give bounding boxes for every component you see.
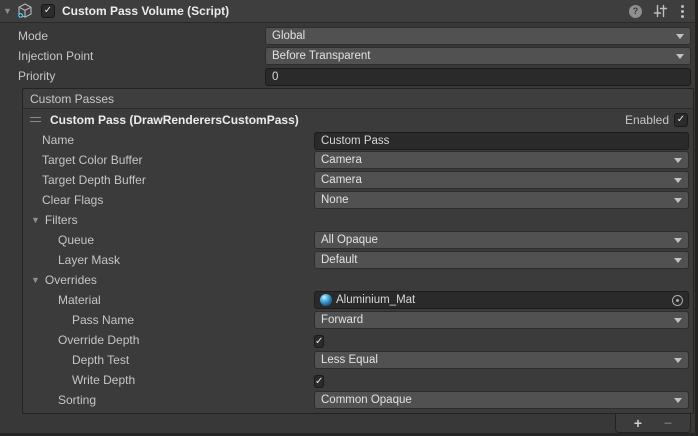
queue-row: Queue All Opaque [23,230,693,250]
filters-foldout-row[interactable]: ▼ Filters [23,210,693,230]
pass-enabled-wrap: Enabled ✓ [625,113,693,127]
pass-name-dropdown[interactable]: Forward [314,311,689,329]
dropdown-arrow-icon [676,34,684,39]
injection-point-value: Before Transparent [272,50,370,62]
material-row: Material Aluminium_Mat [23,290,693,310]
layer-mask-dropdown[interactable]: Default [314,251,689,269]
remove-pass-button[interactable]: − [664,416,672,430]
overrides-foldout-row[interactable]: ▼ Overrides [23,270,693,290]
pass-item-header[interactable]: Custom Pass (DrawRenderersCustomPass) En… [23,109,693,130]
sorting-row: Sorting Common Opaque [23,390,693,410]
clear-flags-row: Clear Flags None [23,190,693,210]
override-depth-row: Override Depth ✓ [23,330,693,350]
dropdown-arrow-icon [676,54,684,59]
sorting-dropdown[interactable]: Common Opaque [314,391,689,409]
target-depth-buffer-dropdown[interactable]: Camera [314,171,689,189]
component-header[interactable]: ▼ ✓ Custom Pass Volume (Script) ? [0,0,695,23]
layer-mask-row: Layer Mask Default [23,250,693,270]
script-cube-icon [16,2,34,20]
dropdown-arrow-icon [674,198,682,203]
pass-name-label: Pass Name [23,313,314,327]
dropdown-arrow-icon [674,358,682,363]
volume-properties: Mode Global Injection Point Before Trans… [0,23,695,86]
filters-foldout-icon[interactable]: ▼ [31,215,40,225]
component-title: Custom Pass Volume (Script) [62,4,229,18]
depth-test-label: Depth Test [23,353,314,367]
target-color-buffer-label: Target Color Buffer [23,153,314,167]
dropdown-arrow-icon [674,238,682,243]
clear-flags-dropdown[interactable]: None [314,191,689,209]
priority-label: Priority [0,69,265,83]
priority-input[interactable] [265,68,691,86]
pass-enabled-checkbox[interactable]: ✓ [674,113,688,127]
target-color-buffer-value: Camera [321,154,362,166]
depth-test-value: Less Equal [321,354,378,366]
pass-title: Custom Pass (DrawRenderersCustomPass) [50,113,299,127]
queue-value: All Opaque [321,234,378,246]
queue-dropdown[interactable]: All Opaque [314,231,689,249]
name-label: Name [23,133,314,147]
target-color-buffer-dropdown[interactable]: Camera [314,151,689,169]
queue-label: Queue [23,233,314,247]
injection-point-row: Injection Point Before Transparent [0,46,695,66]
more-options-icon[interactable] [679,4,686,19]
sorting-label: Sorting [23,393,314,407]
list-footer: + − [615,414,691,433]
mode-dropdown[interactable]: Global [265,27,691,45]
mode-value: Global [272,30,305,42]
filters-label: Filters [45,213,78,227]
dropdown-arrow-icon [674,158,682,163]
overrides-foldout-icon[interactable]: ▼ [31,275,40,285]
sorting-value: Common Opaque [321,394,412,406]
depth-test-dropdown[interactable]: Less Equal [314,351,689,369]
drag-handle-icon[interactable] [30,117,41,122]
pass-name-value: Forward [321,314,363,326]
target-color-buffer-row: Target Color Buffer Camera [23,150,693,170]
material-sphere-icon [320,294,332,306]
layer-mask-value: Default [321,254,357,266]
presets-icon[interactable] [653,4,668,18]
write-depth-row: Write Depth ✓ [23,370,693,390]
write-depth-label: Write Depth [23,373,314,387]
injection-point-label: Injection Point [0,49,265,63]
target-depth-buffer-label: Target Depth Buffer [23,173,314,187]
custom-passes-title: Custom Passes [30,92,114,106]
dropdown-arrow-icon [674,178,682,183]
dropdown-arrow-icon [674,398,682,403]
priority-row: Priority [0,66,695,86]
pass-name-input[interactable] [314,132,689,150]
custom-passes-box: Custom Passes Custom Pass (DrawRenderers… [22,88,694,414]
mode-label: Mode [0,29,265,43]
material-object-field[interactable]: Aluminium_Mat [314,291,689,309]
help-icon[interactable]: ? [629,5,642,18]
header-toolbar: ? [629,4,695,19]
material-label: Material [23,293,314,307]
overrides-label: Overrides [45,273,97,287]
target-depth-buffer-value: Camera [321,174,362,186]
injection-point-dropdown[interactable]: Before Transparent [265,47,691,65]
layer-mask-label: Layer Mask [23,253,314,267]
depth-test-row: Depth Test Less Equal [23,350,693,370]
dropdown-arrow-icon [674,258,682,263]
component-enabled-checkbox[interactable]: ✓ [41,4,55,18]
custom-passes-header: Custom Passes [23,89,693,109]
object-picker-icon[interactable] [672,295,683,306]
override-depth-label: Override Depth [23,333,314,347]
pass-name-row: Pass Name Forward [23,310,693,330]
clear-flags-label: Clear Flags [23,193,314,207]
clear-flags-value: None [321,194,349,206]
target-depth-buffer-row: Target Depth Buffer Camera [23,170,693,190]
dropdown-arrow-icon [674,318,682,323]
material-value: Aluminium_Mat [336,294,415,306]
name-row: Name [23,130,693,150]
mode-row: Mode Global [0,26,695,46]
component-foldout-icon[interactable]: ▼ [0,6,15,16]
pass-enabled-label: Enabled [625,113,669,127]
override-depth-checkbox[interactable]: ✓ [314,335,324,348]
write-depth-checkbox[interactable]: ✓ [314,375,324,388]
inspector-window: ▼ ✓ Custom Pass Volume (Script) ? [0,0,698,436]
add-pass-button[interactable]: + [634,416,642,430]
